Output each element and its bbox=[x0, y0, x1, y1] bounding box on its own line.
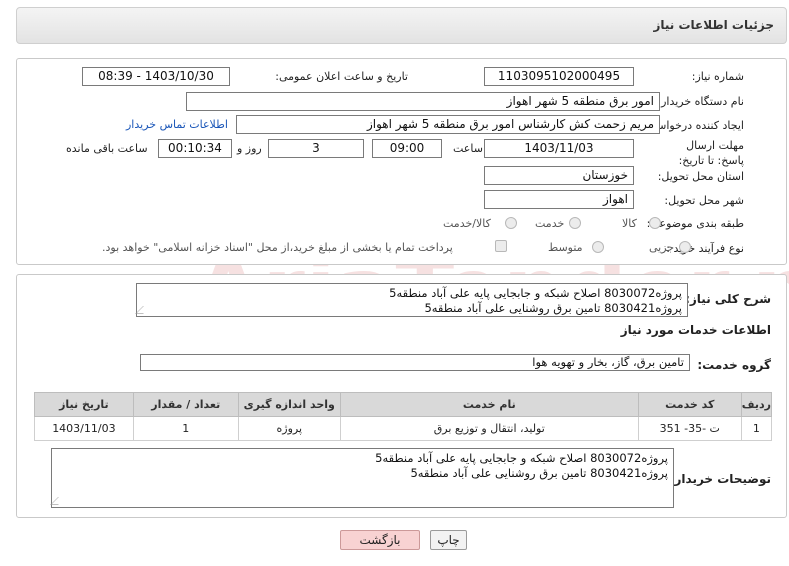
col-row: ردیف bbox=[740, 392, 773, 417]
buyer-org-field: امور برق منطقه 5 شهر اهواز bbox=[186, 92, 660, 111]
category-option-goods: کالا bbox=[622, 217, 637, 230]
col-qty: تعداد / مقدار bbox=[132, 392, 239, 417]
deadline-time-label: ساعت bbox=[453, 142, 483, 155]
category-option-service: خدمت bbox=[535, 217, 565, 230]
cell-code: ت -35- 351 bbox=[637, 416, 742, 441]
col-unit: واحد اندازه گیری bbox=[237, 392, 341, 417]
category-radio-goods[interactable] bbox=[649, 217, 661, 229]
summary-label: شرح کلی نیاز: bbox=[685, 292, 771, 306]
cell-unit: پروژه bbox=[237, 416, 341, 441]
remaining-time-field: 00:10:34 bbox=[158, 139, 232, 158]
remaining-label: ساعت باقی مانده bbox=[66, 142, 148, 155]
deadline-time-field: 09:00 bbox=[372, 139, 442, 158]
table-header-row: ردیف کد خدمت نام خدمت واحد اندازه گیری ت… bbox=[34, 392, 773, 417]
category-label: طبقه بندی موضوعی: bbox=[646, 217, 744, 230]
cell-qty: 1 bbox=[132, 416, 239, 441]
col-name: نام خدمت bbox=[339, 392, 639, 417]
summary-line-1: پروژه8030072 اصلاح شبکه و جابجایی پایه ع… bbox=[389, 286, 682, 300]
process-option-minor: جزیی bbox=[649, 241, 675, 254]
creator-field: مریم زحمت کش کارشناس امور برق منطقه 5 شه… bbox=[236, 115, 660, 134]
province-field: خوزستان bbox=[484, 166, 634, 185]
days-label: روز و bbox=[237, 142, 262, 155]
col-code: کد خدمت bbox=[637, 392, 742, 417]
need-number-label: شماره نیاز: bbox=[691, 70, 744, 83]
page-title-bar: جزئیات اطلاعات نیاز bbox=[16, 7, 787, 44]
summary-line-2: پروژه8030421 تامین برق روشنایی علی آباد … bbox=[424, 301, 682, 315]
page-title: جزئیات اطلاعات نیاز bbox=[653, 18, 774, 32]
buyer-contact-link[interactable]: اطلاعات تماس خریدار bbox=[126, 118, 228, 131]
back-button[interactable]: بازگشت bbox=[340, 530, 420, 550]
process-option-medium: متوسط bbox=[548, 241, 583, 254]
print-button[interactable]: چاپ bbox=[430, 530, 467, 550]
treasury-checkbox[interactable] bbox=[495, 240, 507, 252]
summary-textarea[interactable]: پروژه8030072 اصلاح شبکه و جابجایی پایه ع… bbox=[135, 283, 688, 317]
cell-date: 1403/11/03 bbox=[34, 416, 134, 441]
cell-name: تولید، انتقال و توزیع برق bbox=[339, 416, 639, 441]
city-label: شهر محل تحویل: bbox=[664, 194, 744, 207]
category-radio-service[interactable] bbox=[569, 217, 581, 229]
days-field: 3 bbox=[268, 139, 364, 158]
deadline-label: مهلت ارسال پاسخ: تا تاریخ: bbox=[678, 139, 744, 167]
buyer-notes-line-2: پروژه8030421 تامین برق روشنایی علی آباد … bbox=[410, 466, 668, 480]
buyer-notes-label: توضیحات خریدار: bbox=[669, 472, 771, 486]
buyer-notes-textarea[interactable]: پروژه8030072 اصلاح شبکه و جابجایی پایه ع… bbox=[50, 448, 674, 508]
announce-label: تاریخ و ساعت اعلان عمومی: bbox=[275, 70, 408, 83]
deadline-date-field: 1403/11/03 bbox=[484, 139, 634, 158]
need-number-field: 1103095102000495 bbox=[484, 67, 634, 86]
buyer-notes-line-1: پروژه8030072 اصلاح شبکه و جابجایی پایه ع… bbox=[375, 451, 668, 465]
announce-field: 1403/10/30 - 08:39 bbox=[82, 67, 230, 86]
services-table: ردیف کد خدمت نام خدمت واحد اندازه گیری ت… bbox=[34, 392, 773, 441]
col-date: تاریخ نیاز bbox=[34, 392, 134, 417]
service-group-label: گروه خدمت: bbox=[697, 358, 771, 372]
service-group-field: تامین برق، گاز، بخار و تهویه هوا bbox=[140, 354, 690, 371]
services-heading: اطلاعات خدمات مورد نیاز bbox=[620, 323, 771, 337]
table-row: 1 ت -35- 351 تولید، انتقال و توزیع برق پ… bbox=[34, 416, 773, 441]
process-label: نوع فرآیند خرید : bbox=[666, 242, 744, 255]
treasury-note: پرداخت تمام یا بخشی از مبلغ خرید،از محل … bbox=[102, 241, 453, 254]
process-radio-minor[interactable] bbox=[679, 241, 691, 253]
process-radio-medium[interactable] bbox=[592, 241, 604, 253]
city-field: اهواز bbox=[484, 190, 634, 209]
cell-row: 1 bbox=[740, 416, 773, 441]
buyer-org-label: نام دستگاه خریدار: bbox=[657, 95, 744, 108]
category-radio-goods-service[interactable] bbox=[505, 217, 517, 229]
province-label: استان محل تحویل: bbox=[657, 170, 744, 183]
resize-grip-icon[interactable] bbox=[50, 497, 66, 505]
category-option-goods-service: کالا/خدمت bbox=[443, 217, 491, 230]
